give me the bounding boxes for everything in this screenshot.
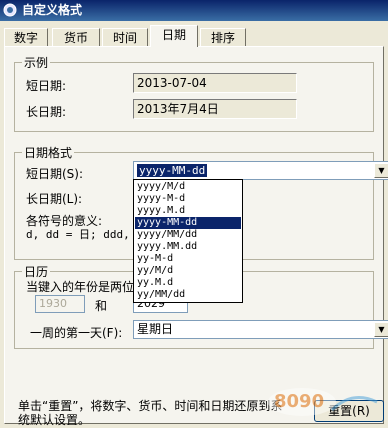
tab-sort[interactable]: 排序	[200, 28, 246, 46]
svg-text:8090: 8090	[274, 391, 324, 412]
dropdown-item-selected[interactable]: yyyy-MM-dd	[135, 217, 241, 229]
tab-currency[interactable]: 货币	[52, 28, 100, 46]
two-digit-year-label: 当键入的年份是两位	[26, 280, 135, 294]
first-day-value: 星期日	[137, 322, 174, 336]
dropdown-item[interactable]: yy-M-d	[135, 253, 241, 265]
watermark-logo: 8090	[268, 388, 378, 416]
first-day-combo[interactable]: 星期日 ▼	[133, 320, 388, 339]
sample-short-label: 短日期:	[26, 79, 67, 93]
date-format-group-title: 日期格式	[22, 144, 75, 161]
dropdown-item[interactable]: yyyy-M-d	[135, 193, 241, 205]
window-title: 自定义格式	[22, 3, 83, 17]
first-day-label: 一周的第一天(F):	[30, 326, 123, 340]
tab-date[interactable]: 日期	[150, 25, 198, 47]
short-date-combo[interactable]: yyyy-MM-dd ▼	[133, 161, 388, 180]
dropdown-item[interactable]: yyyy/M/d	[135, 181, 241, 193]
sample-long-value: 2013年7月4日	[133, 99, 297, 119]
title-bar: 自定义格式	[0, 0, 388, 21]
sample-group-title: 示例	[22, 54, 51, 71]
dropdown-item[interactable]: yy/MM/dd	[135, 289, 241, 301]
symbols-text: d, dd = 日; ddd,	[26, 228, 130, 241]
from-year-field: 1930	[35, 295, 85, 313]
tab-time[interactable]: 时间	[102, 28, 148, 46]
short-date-value: yyyy-MM-dd	[137, 164, 208, 177]
short-date-label: 短日期(S):	[26, 167, 84, 181]
long-date-label: 长日期(L):	[26, 192, 83, 206]
dropdown-item[interactable]: yy.M.d	[135, 277, 241, 289]
and-label: 和	[95, 299, 108, 313]
tab-number[interactable]: 数字	[4, 28, 48, 46]
chevron-down-icon[interactable]: ▼	[374, 322, 388, 337]
dropdown-item[interactable]: yy/M/d	[135, 265, 241, 277]
sample-long-label: 长日期:	[26, 105, 67, 119]
sample-short-value: 2013-07-04	[133, 73, 297, 93]
dropdown-item[interactable]: yyyy.MM.dd	[135, 241, 241, 253]
reset-note-line2: 统默认设置。	[18, 413, 91, 427]
dropdown-item[interactable]: yyyy/MM/dd	[135, 229, 241, 241]
dropdown-item[interactable]: yyyy.M.d	[135, 205, 241, 217]
app-icon	[3, 3, 17, 17]
chevron-down-icon[interactable]: ▼	[374, 163, 388, 178]
short-date-dropdown: yyyy/M/d yyyy-M-d yyyy.M.d yyyy-MM-dd yy…	[133, 179, 243, 303]
